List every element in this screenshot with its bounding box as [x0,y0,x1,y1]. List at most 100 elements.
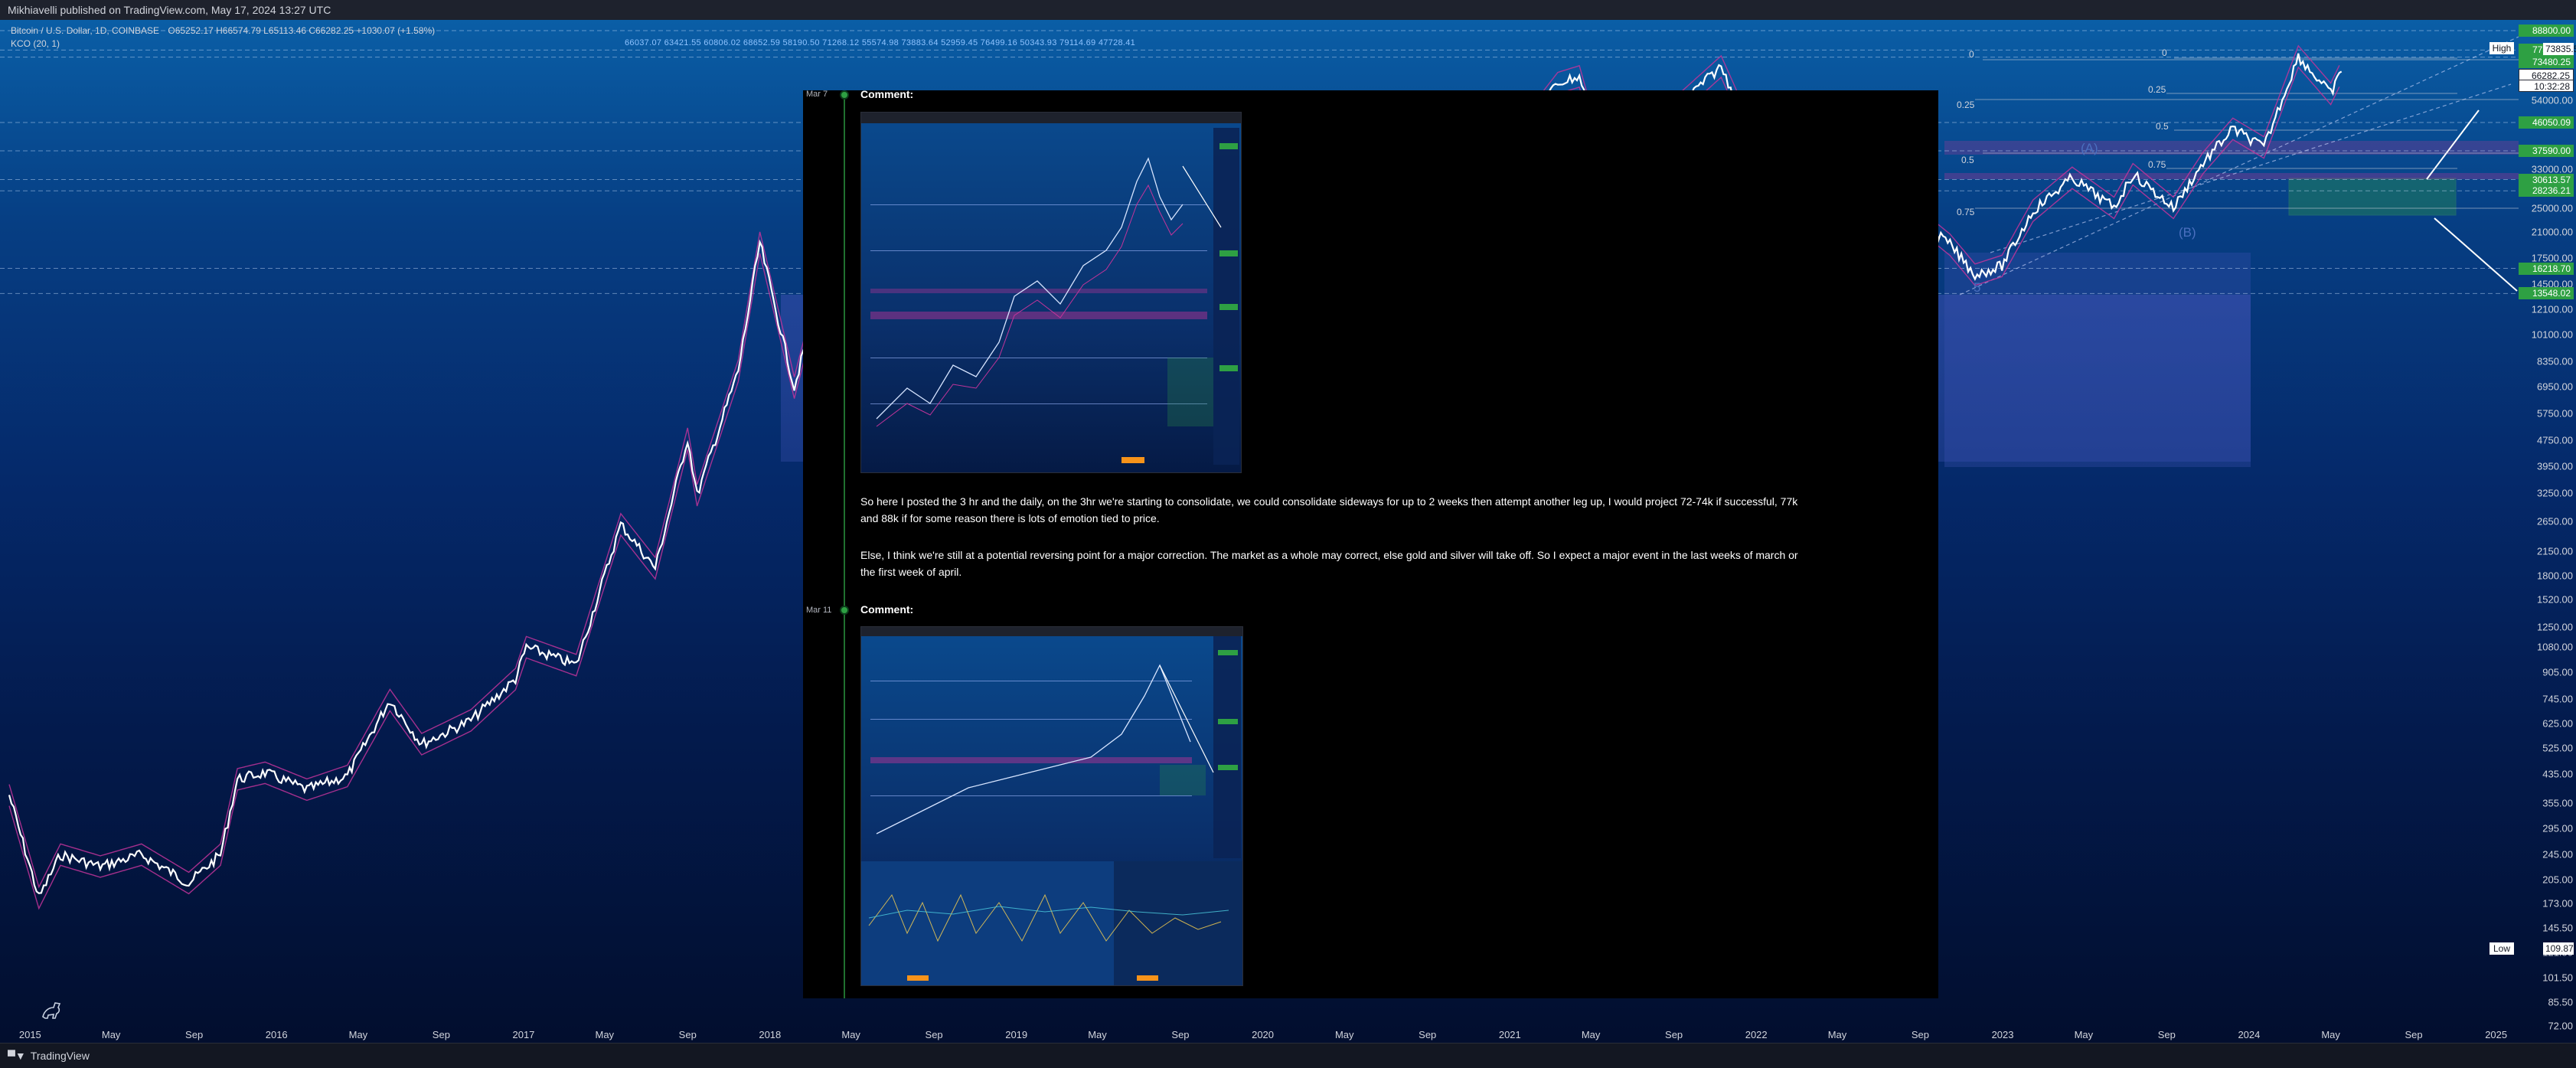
time-axis-label: Sep [1665,1029,1683,1040]
price-axis-label: 145.50 [2542,922,2573,933]
fib-level-left-025: 0.25 [1957,100,1975,110]
price-axis-label: 173.00 [2542,897,2573,910]
wave-label-b: (B) [2179,225,2196,240]
thumbnail-chart-2 [861,627,1242,985]
legend-symbol[interactable]: Bitcoin / U.S. Dollar, 1D, COINBASE O652… [11,25,435,36]
thumbnail-chart-1 [861,113,1241,465]
price-axis-label: 4750.00 [2537,434,2573,446]
time-axis-label: 2021 [1498,1029,1521,1040]
price-tag: 73480.25 [2519,55,2574,68]
resistance-band-2 [1944,173,2519,179]
fib-level-right-0: 0 [2162,47,2167,58]
brand-text: TradingView [30,1050,90,1062]
fib-level-right-05: 0.5 [2156,121,2169,132]
time-axis-label: Sep [185,1029,204,1040]
tradingview-logo-icon: ▀▼ [8,1050,26,1062]
comment-label-1: Comment: [860,88,914,100]
price-axis-label: 12100.00 [2531,303,2573,315]
price-axis-label: 1520.00 [2537,593,2573,606]
fib-level-right-025: 0.25 [2148,84,2166,95]
legend-indicator-text: KCO (20, 1) [11,38,60,49]
comment-label-2: Comment: [860,603,914,616]
comment-timeline [844,90,845,998]
time-axis-label: May [1088,1029,1107,1040]
time-axis-label: May [841,1029,860,1040]
comment-paragraph-1: So here I posted the 3 hr and the daily,… [860,495,1798,524]
time-axis-label: May [1827,1029,1847,1040]
price-tag: 109.87 [2543,942,2574,955]
price-tag: 88800.00 [2519,24,2574,37]
price-tag: High [2489,42,2514,54]
price-axis-label: 10100.00 [2531,328,2573,341]
time-axis-label: May [595,1029,615,1040]
price-axis-label: 8350.00 [2537,355,2573,367]
price-axis-label: 205.00 [2542,874,2573,886]
fib-level-left-05: 0.5 [1961,155,1974,165]
price-tag: Low [2489,942,2514,955]
comment-marker-2 [840,606,849,615]
fib-level-left-075: 0.75 [1957,207,1975,217]
time-axis-label: Sep [678,1029,697,1040]
price-axis-label: 245.00 [2542,848,2573,861]
time-axis-label: May [2074,1029,2094,1040]
price-axis-label: 1250.00 [2537,621,2573,633]
time-axis-label: 2018 [759,1029,782,1040]
target-zone-rect [2288,178,2457,216]
comment-screenshot-1[interactable] [860,112,1242,473]
tradingview-snapshot: Mikhiavelli published on TradingView.com… [0,0,2576,1068]
time-axis-label: 2016 [265,1029,288,1040]
analysis-zone-rect-right [1944,253,2251,467]
dinosaur-icon [42,1002,61,1019]
time-axis-label: Sep [925,1029,943,1040]
price-axis-label: 3950.00 [2537,460,2573,472]
comment-screenshot-2[interactable] [860,626,1243,986]
time-axis-label: 2023 [1991,1029,2014,1040]
time-axis-label: 2022 [1745,1029,1768,1040]
price-axis-label: 905.00 [2542,666,2573,678]
price-axis-label: 1800.00 [2537,570,2573,582]
time-axis-label: Sep [432,1029,450,1040]
time-axis-label: May [2321,1029,2340,1040]
time-axis-label: 2019 [1005,1029,1028,1040]
comment-marker-1 [840,90,849,100]
comment-paragraph-2: Else, I think we're still at a potential… [860,549,1798,578]
price-axis-label: 625.00 [2542,717,2573,730]
wave-label-a: (A) [2081,141,2098,155]
price-tag: 73835.57 [2543,43,2576,55]
time-axis-label: 2017 [512,1029,535,1040]
bottom-bar: ▀▼ TradingView [0,1043,2576,1068]
price-axis-label: 2150.00 [2537,545,2573,557]
fib-level-right-075: 0.75 [2148,159,2166,170]
wave-label-5: 5 [1974,280,1981,295]
price-axis-label: 295.00 [2542,822,2573,834]
time-axis-label: Sep [1911,1029,1930,1040]
time-axis-label: May [1581,1029,1601,1040]
legend-indicator[interactable]: KCO (20, 1) [11,38,60,49]
price-axis-label: 54000.00 [2531,94,2573,106]
time-axis-label: 2015 [18,1029,41,1040]
price-axis-label: 72.00 [2548,1020,2573,1032]
price-tag: 46050.09 [2519,116,2574,129]
price-tag: 30613.57 [2519,173,2574,186]
price-tag: 28236.21 [2519,185,2574,198]
time-axis-label: May [1334,1029,1354,1040]
price-axis-label: 85.50 [2548,996,2573,1008]
time-axis-label: Sep [2157,1029,2176,1040]
price-tag: 13548.02 [2519,287,2574,300]
price-tag: 37590.00 [2519,145,2574,157]
time-axis-label: 2025 [2485,1029,2508,1040]
time-axis-label: Sep [1171,1029,1190,1040]
price-axis-label: 6950.00 [2537,380,2573,393]
price-axis-label: 435.00 [2542,768,2573,780]
price-axis-label: 21000.00 [2531,226,2573,238]
comment-date-2: Mar 11 [806,606,832,615]
price-axis-label: 355.00 [2542,797,2573,809]
comment-date-1: Mar 7 [806,90,828,99]
price-axis-label: 1080.00 [2537,641,2573,653]
tradingview-brand[interactable]: ▀▼ TradingView [8,1050,90,1062]
price-tag: 16218.70 [2519,262,2574,275]
price-axis-label: 3250.00 [2537,487,2573,499]
price-axis-label: 101.50 [2542,972,2573,984]
time-axis-label: Sep [1419,1029,1437,1040]
legend-ohlc: O65252.17 H66574.79 L65113.46 C66282.25 … [168,25,436,36]
